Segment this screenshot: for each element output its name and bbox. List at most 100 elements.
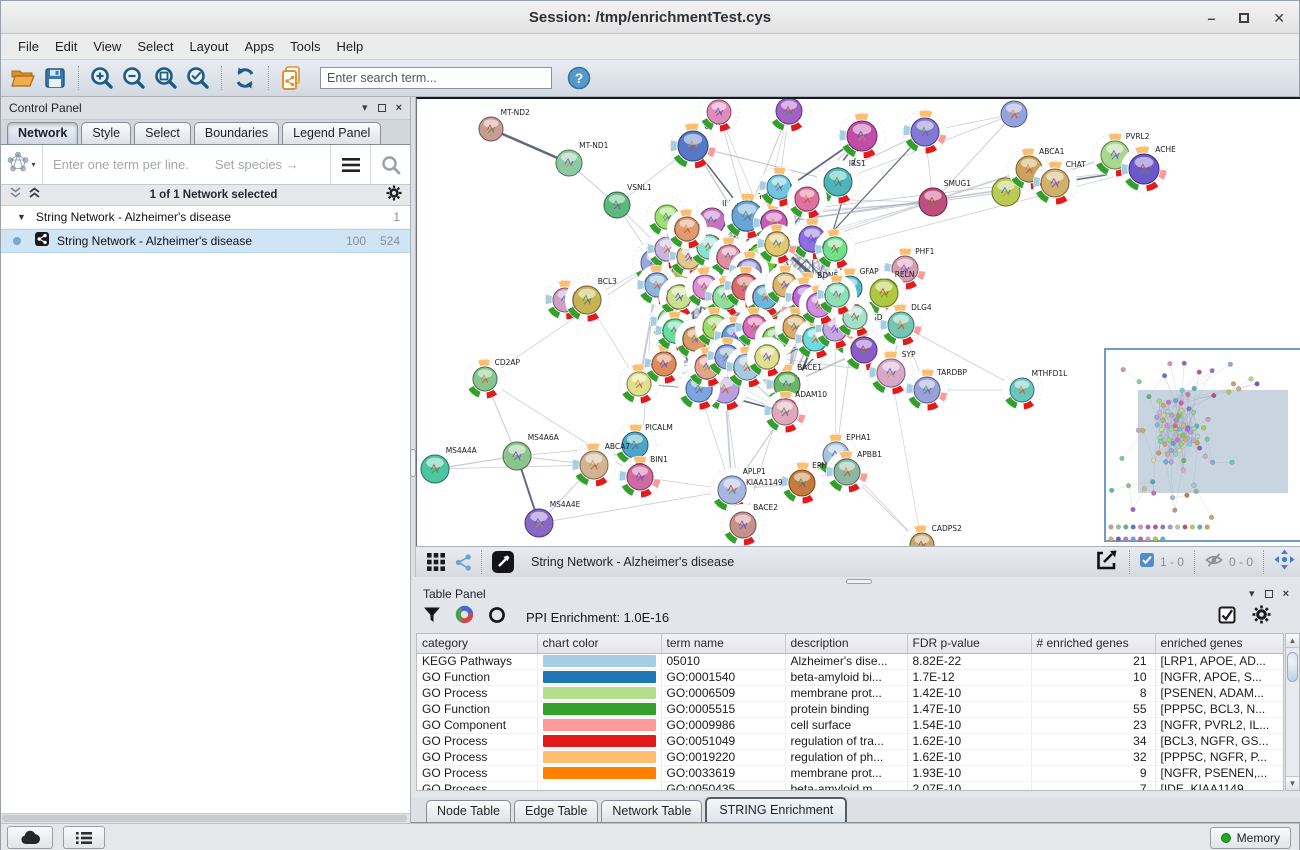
menu-view[interactable]: View [86, 36, 128, 57]
panel-menu-icon[interactable]: ▾ [362, 103, 368, 114]
table-row[interactable]: GO ComponentGO:0009986cell surface1.54E-… [417, 717, 1283, 733]
share-icon[interactable] [451, 547, 475, 577]
network-node[interactable]: ADAM10 [764, 390, 827, 433]
ring-chart-icon[interactable] [488, 606, 506, 629]
network-node[interactable] [768, 99, 810, 132]
column-header[interactable]: category [417, 634, 537, 653]
expand-all-icon[interactable] [28, 186, 41, 204]
network-node[interactable]: MS4A4A [421, 446, 478, 483]
table-row[interactable]: GO ProcessGO:0033619membrane prot...1.93… [417, 765, 1283, 781]
memory-button[interactable]: Memory [1210, 827, 1291, 849]
network-node[interactable]: VSNL1 [604, 183, 652, 218]
collapse-all-icon[interactable] [9, 186, 22, 204]
column-header[interactable]: description [785, 634, 907, 653]
collection-expander-icon[interactable]: ▼ [17, 212, 26, 222]
menu-tools[interactable]: Tools [283, 36, 327, 57]
network-node[interactable] [757, 224, 797, 264]
table-splitter[interactable] [411, 577, 1300, 586]
menu-edit[interactable]: Edit [48, 36, 84, 57]
selected-check-icon[interactable] [1140, 553, 1154, 572]
network-node[interactable]: DLG4 [880, 303, 932, 346]
string-search-icon[interactable] [370, 145, 410, 184]
table-row[interactable]: GO FunctionGO:0005515protein binding1.47… [417, 701, 1283, 717]
tab-string-enrichment[interactable]: STRING Enrichment [705, 797, 847, 822]
table-float-icon[interactable] [1265, 590, 1273, 598]
column-header[interactable]: chart color [537, 634, 661, 653]
control-panel-hscrollbar[interactable] [1, 813, 410, 823]
tab-edge-table[interactable]: Edge Table [514, 800, 598, 822]
network-node[interactable]: ACHE [1121, 145, 1176, 192]
network-node[interactable]: MTHFD1L [1002, 369, 1068, 410]
network-collection-row[interactable]: ▼ String Network - Alzheimer's disease 1 [1, 206, 410, 229]
network-node[interactable]: APBB1 [826, 450, 882, 493]
network-node[interactable]: BIN1 [619, 455, 668, 498]
menu-apps[interactable]: Apps [238, 36, 282, 57]
navigator-icon[interactable] [1274, 549, 1295, 575]
table-row[interactable]: GO FunctionGO:0001540beta-amyloid bi...1… [417, 669, 1283, 685]
zoom-selected-icon[interactable] [183, 63, 213, 93]
table-vscrollbar[interactable]: ▲ ▼ [1285, 633, 1300, 791]
tab-style[interactable]: Style [81, 122, 131, 144]
string-options-icon[interactable] [330, 145, 370, 184]
column-header[interactable]: # enriched genes [1031, 634, 1155, 653]
network-from-clipboard-icon[interactable] [277, 63, 307, 93]
network-node[interactable]: MS4A6A [503, 433, 560, 470]
network-node[interactable]: TARDBP [906, 368, 967, 411]
tab-network[interactable]: Network [7, 122, 78, 144]
external-link-icon[interactable] [488, 547, 518, 577]
network-node[interactable] [903, 110, 947, 154]
tab-legend-panel[interactable]: Legend Panel [282, 122, 381, 144]
close-panel-icon[interactable]: × [396, 103, 402, 114]
network-node[interactable] [787, 179, 827, 219]
network-canvas[interactable]: MT-ND2MT-ND1VSNL1GAB2ADAMTS2PVRL2SMUG1TO… [417, 99, 1300, 546]
network-view[interactable]: MT-ND2MT-ND1VSNL1GAB2ADAMTS2PVRL2SMUG1TO… [416, 97, 1300, 546]
task-history-button[interactable] [63, 826, 105, 849]
chart-donut-icon[interactable] [455, 605, 474, 629]
column-header[interactable]: term name [661, 634, 785, 653]
select-rows-check-icon[interactable] [1218, 606, 1236, 629]
network-node[interactable] [747, 337, 787, 377]
grid-icon[interactable] [423, 547, 449, 577]
menu-layout[interactable]: Layout [182, 36, 235, 57]
close-button[interactable]: ✕ [1273, 11, 1285, 25]
table-panel-menu-icon[interactable]: ▾ [1249, 589, 1255, 600]
birds-eye-view[interactable] [1105, 349, 1300, 541]
save-session-icon[interactable] [40, 63, 70, 93]
network-node[interactable] [839, 113, 885, 159]
table-row[interactable]: KEGG Pathways05010Alzheimer's dise...8.8… [417, 653, 1283, 669]
zoom-in-icon[interactable] [87, 63, 117, 93]
table-close-icon[interactable]: × [1283, 589, 1289, 600]
tab-network-table[interactable]: Network Table [601, 800, 702, 822]
set-species-link[interactable]: Set species → [215, 157, 299, 172]
network-node[interactable]: ADAMTS2 [1001, 99, 1061, 127]
network-node[interactable]: CADPS2 [902, 524, 962, 546]
table-row[interactable]: GO ProcessGO:0051049regulation of tra...… [417, 733, 1283, 749]
network-node[interactable]: MT-ND1 [556, 141, 609, 176]
float-panel-icon[interactable] [378, 104, 386, 112]
settings-gear-icon[interactable] [1252, 605, 1271, 629]
export-network-icon[interactable] [1095, 549, 1119, 576]
table-row[interactable]: GO ProcessGO:0006509membrane prot...1.42… [417, 685, 1283, 701]
table-row[interactable]: GO ProcessGO:0050435beta-amyloid m...2.0… [417, 781, 1283, 791]
open-file-icon[interactable] [8, 63, 38, 93]
column-header[interactable]: FDR p-value [907, 634, 1031, 653]
column-header[interactable]: enriched genes [1155, 634, 1283, 653]
automation-status-button[interactable] [7, 826, 53, 849]
menu-select[interactable]: Select [130, 36, 180, 57]
network-row-selected[interactable]: String Network - Alzheimer's disease 100… [1, 229, 410, 253]
tab-select[interactable]: Select [134, 122, 191, 144]
title-bar[interactable]: Session: /tmp/enrichmentTest.cys – ✕ [1, 1, 1299, 34]
menu-help[interactable]: Help [330, 36, 371, 57]
maximize-button[interactable] [1239, 13, 1249, 23]
search-input[interactable] [320, 67, 552, 89]
scroll-thumb[interactable] [1287, 652, 1298, 682]
tab-node-table[interactable]: Node Table [426, 800, 511, 822]
menu-file[interactable]: File [11, 36, 46, 57]
string-query-input[interactable]: Enter one term per line. Set species → [43, 145, 330, 184]
scroll-up-icon[interactable]: ▲ [1286, 634, 1299, 648]
zoom-fit-icon[interactable] [151, 63, 181, 93]
tab-boundaries[interactable]: Boundaries [194, 122, 279, 144]
refresh-icon[interactable] [230, 63, 260, 93]
minimize-button[interactable]: – [1207, 11, 1215, 25]
network-node[interactable]: BCL3 [565, 277, 617, 322]
